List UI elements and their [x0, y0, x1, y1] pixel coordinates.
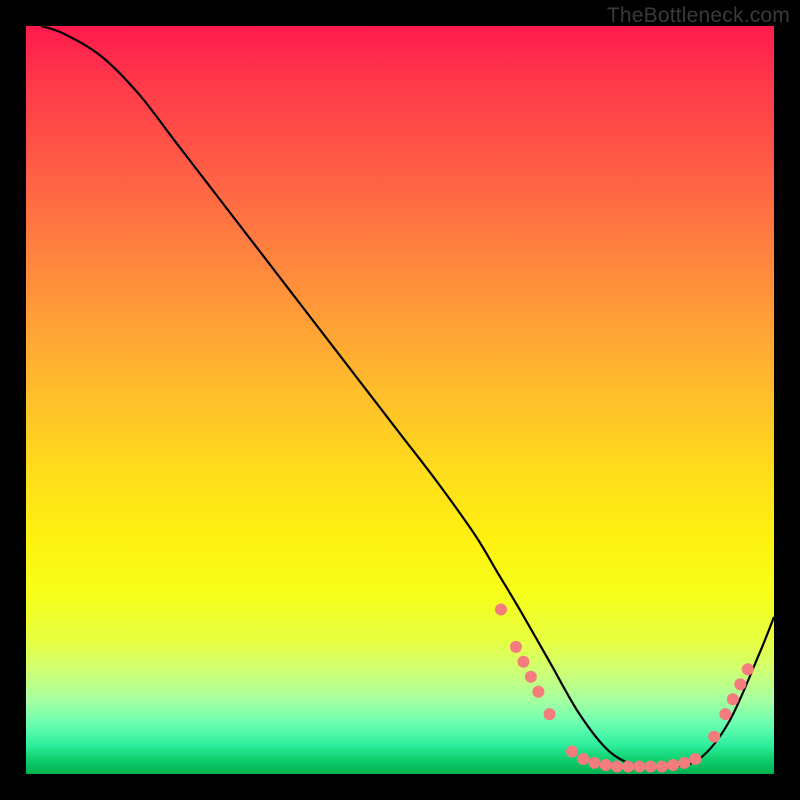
watermark-text: TheBottleneck.com [607, 4, 790, 28]
marker-dot [719, 708, 731, 720]
marker-dot [525, 671, 537, 683]
marker-dot [727, 693, 739, 705]
marker-dot [656, 761, 668, 773]
marker-dot [645, 761, 657, 773]
marker-dot [517, 656, 529, 668]
marker-dot [510, 641, 522, 653]
marker-dot [611, 761, 623, 773]
marker-dot [667, 759, 679, 771]
marker-dot [622, 761, 634, 773]
marker-dot [600, 759, 612, 771]
curve-markers [495, 603, 754, 772]
marker-dot [495, 603, 507, 615]
marker-dot [532, 686, 544, 698]
marker-dot [678, 757, 690, 769]
marker-dot [734, 678, 746, 690]
chart-svg [26, 26, 774, 774]
marker-dot [577, 753, 589, 765]
marker-dot [588, 757, 600, 769]
marker-dot [633, 761, 645, 773]
marker-dot [742, 663, 754, 675]
marker-dot [689, 753, 701, 765]
marker-dot [544, 708, 556, 720]
marker-dot [566, 746, 578, 758]
marker-dot [708, 731, 720, 743]
bottleneck-curve [41, 26, 774, 768]
